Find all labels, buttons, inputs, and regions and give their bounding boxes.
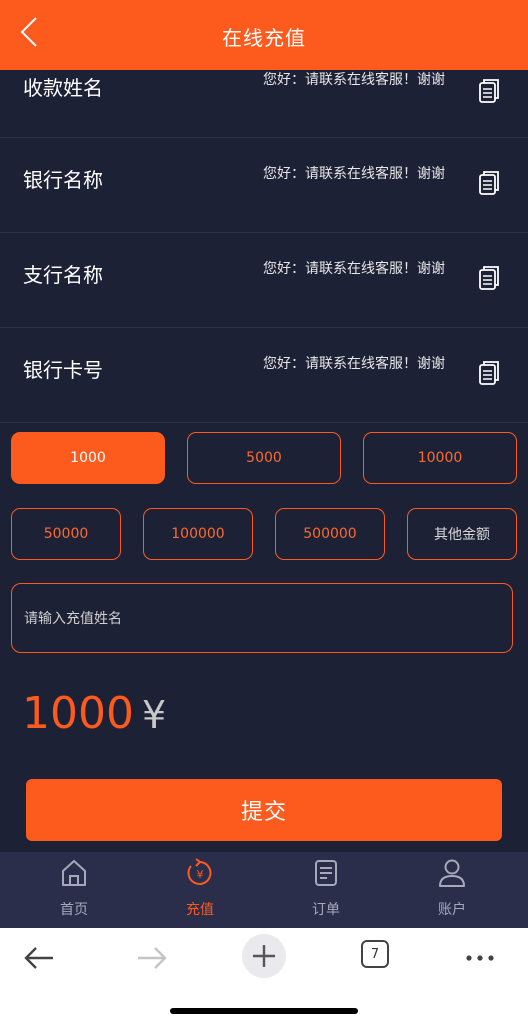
info-row-value: 您好：请联系在线客服！谢谢 (263, 72, 445, 88)
info-row-payee-name: 收款姓名 您好：请联系在线客服！谢谢 (0, 70, 528, 138)
home-indicator (170, 1008, 358, 1014)
total-amount: 1000 (22, 688, 134, 739)
amount-option-5000[interactable]: 5000 (187, 432, 341, 484)
info-row-bank-name: 银行名称 您好：请联系在线客服！谢谢 (0, 138, 528, 233)
tab-label: 首页 (60, 902, 88, 918)
info-row-card-number: 银行卡号 您好：请联系在线客服！谢谢 (0, 328, 528, 423)
header-bar: 在线充值 (0, 0, 528, 70)
submit-button[interactable]: 提交 (26, 779, 502, 841)
svg-text:¥: ¥ (197, 868, 204, 881)
amount-option-1000[interactable]: 1000 (11, 432, 165, 484)
info-row-branch-name: 支行名称 您好：请联系在线客服！谢谢 (0, 233, 528, 328)
tab-home[interactable]: 首页 (34, 852, 114, 928)
tab-orders[interactable]: 订单 (286, 852, 366, 928)
amount-option-10000[interactable]: 10000 (363, 432, 517, 484)
info-row-value: 您好：请联系在线客服！谢谢 (263, 261, 445, 277)
recharge-name-input[interactable]: 请输入充值姓名 (11, 583, 513, 653)
info-row-label: 银行名称 (23, 168, 103, 192)
browser-more-icon[interactable] (464, 940, 496, 976)
amount-option-100000[interactable]: 100000 (143, 508, 253, 560)
total-amount-display: 1000 ¥ (22, 680, 166, 740)
tab-label: 充值 (186, 902, 214, 918)
info-row-value: 您好：请联系在线客服！谢谢 (263, 166, 445, 182)
payee-info-list: 收款姓名 您好：请联系在线客服！谢谢 银行名称 您好：请联系在线客服！谢谢 支行… (0, 70, 528, 423)
info-row-label: 收款姓名 (23, 76, 103, 100)
info-row-value: 您好：请联系在线客服！谢谢 (263, 356, 445, 372)
tab-account[interactable]: 账户 (412, 852, 492, 928)
page-title: 在线充值 (222, 26, 306, 50)
info-row-label: 支行名称 (23, 263, 103, 287)
recharge-icon: ¥ (187, 858, 212, 885)
tab-label: 账户 (438, 902, 466, 918)
currency-symbol: ¥ (141, 693, 167, 737)
copy-icon[interactable] (478, 360, 500, 386)
copy-icon[interactable] (478, 170, 500, 196)
browser-back-icon[interactable] (22, 940, 56, 976)
browser-forward-icon[interactable] (135, 940, 169, 976)
user-icon (439, 859, 465, 887)
orders-icon (315, 860, 337, 886)
tab-label: 订单 (312, 902, 340, 918)
browser-new-tab-icon[interactable] (241, 933, 287, 979)
copy-icon[interactable] (478, 265, 500, 291)
copy-icon[interactable] (478, 78, 500, 104)
info-row-label: 银行卡号 (23, 358, 103, 382)
tab-recharge[interactable]: ¥ 充值 (160, 852, 240, 928)
browser-tabs-button[interactable]: 7 (361, 940, 389, 968)
amount-option-500000[interactable]: 500000 (275, 508, 385, 560)
amount-option-50000[interactable]: 50000 (11, 508, 121, 560)
home-icon (62, 860, 86, 886)
other-amount-button[interactable]: 其他金额 (407, 508, 517, 560)
bottom-tab-bar: 首页 ¥ 充值 订单 账户 (0, 852, 528, 928)
